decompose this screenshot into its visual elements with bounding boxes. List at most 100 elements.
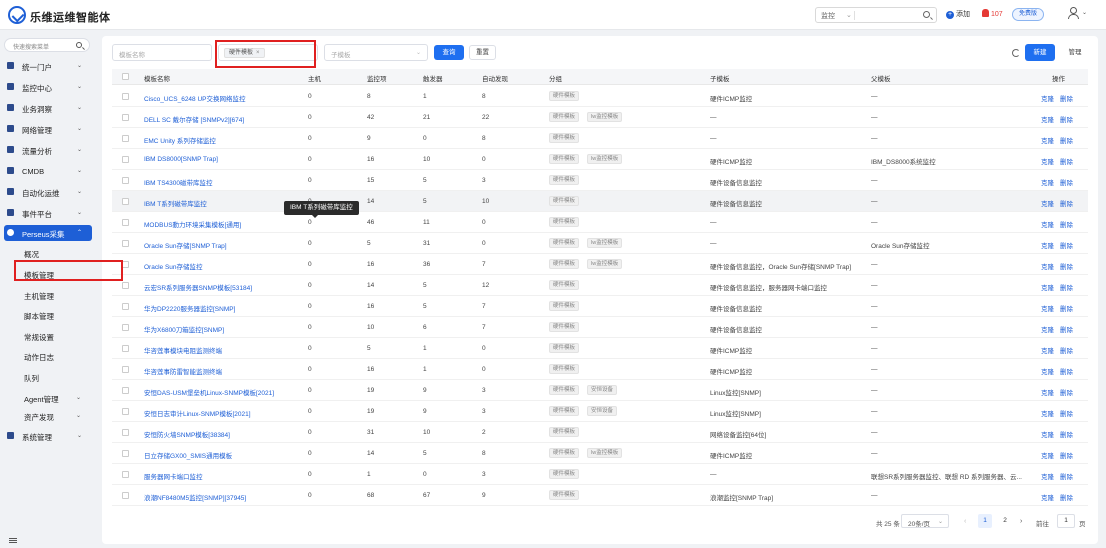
refresh-icon[interactable]	[1012, 49, 1020, 57]
clone-button[interactable]: 克隆	[1041, 135, 1054, 145]
reset-button[interactable]: 重置	[469, 45, 496, 60]
template-name-link[interactable]: 华咨莲事防雷智能监测终端	[144, 366, 304, 376]
delete-button[interactable]: 删除	[1060, 219, 1073, 229]
chevron-down-icon[interactable]: ⌄	[1082, 9, 1087, 16]
delete-button[interactable]: 删除	[1060, 114, 1073, 124]
delete-button[interactable]: 删除	[1060, 471, 1073, 481]
sidebar-item-monitor[interactable]: 监控中心 ⌄	[4, 79, 92, 95]
template-name-link[interactable]: Cisco_UCS_6248 UP交换网络监控	[144, 93, 304, 103]
delete-button[interactable]: 删除	[1060, 240, 1073, 250]
row-checkbox[interactable]	[122, 93, 129, 100]
sidebar-item-portal[interactable]: 统一门户 ⌄	[4, 58, 92, 74]
row-checkbox[interactable]	[122, 303, 129, 310]
delete-button[interactable]: 删除	[1060, 345, 1073, 355]
clone-button[interactable]: 克隆	[1041, 114, 1054, 124]
sidebar-item-events[interactable]: 事件平台 ⌄	[4, 205, 92, 221]
row-checkbox[interactable]	[122, 177, 129, 184]
clone-button[interactable]: 克隆	[1041, 345, 1054, 355]
clone-button[interactable]: 克隆	[1041, 492, 1054, 502]
free-version-badge[interactable]: 免费版	[1012, 8, 1045, 21]
template-name-link[interactable]: 华为DP2220服务器监控[SNMP]	[144, 303, 304, 313]
clone-button[interactable]: 克隆	[1041, 303, 1054, 313]
group-filter-select[interactable]: 硬件模板 ×	[218, 44, 318, 61]
template-name-link[interactable]: 华为X6800刀箱监控[SNMP]	[144, 324, 304, 334]
column-header[interactable]: 分组	[549, 73, 562, 83]
delete-button[interactable]: 删除	[1060, 177, 1073, 187]
column-header[interactable]: 触发器	[423, 73, 443, 83]
row-checkbox[interactable]	[122, 156, 129, 163]
template-name-link[interactable]: 浪潮NF8480M5监控[SNMP][37945]	[144, 492, 304, 502]
prev-page-icon[interactable]: ‹	[964, 518, 966, 525]
template-name-link[interactable]: IBM DS8000[SNMP Trap]	[144, 156, 304, 163]
delete-button[interactable]: 删除	[1060, 303, 1073, 313]
delete-button[interactable]: 删除	[1060, 366, 1073, 376]
row-checkbox[interactable]	[122, 282, 129, 289]
clone-button[interactable]: 克隆	[1041, 429, 1054, 439]
sidebar-subitem-agent[interactable]: Agent管理	[24, 394, 59, 405]
sidebar-subitem-scripts[interactable]: 脚本管理	[24, 311, 54, 322]
template-name-link[interactable]: 云宏SR系列服务器SNMP模板[53184]	[144, 282, 304, 292]
row-checkbox[interactable]	[122, 450, 129, 457]
sidebar-item-business[interactable]: 业务洞察 ⌄	[4, 100, 92, 116]
sidebar-item-perseus[interactable]: Perseus采集 ⌃	[4, 225, 92, 241]
delete-button[interactable]: 删除	[1060, 387, 1073, 397]
sidebar-subitem-queue[interactable]: 队列	[24, 373, 39, 384]
user-icon[interactable]	[1068, 7, 1079, 19]
template-name-link[interactable]: IBM T系列磁带库监控	[144, 198, 304, 208]
template-name-link[interactable]: 华咨莲事模块电阻监测终端	[144, 345, 304, 355]
clone-button[interactable]: 克隆	[1041, 471, 1054, 481]
sidebar-item-automation[interactable]: 自动化运维 ⌄	[4, 184, 92, 200]
row-checkbox[interactable]	[122, 261, 129, 268]
delete-button[interactable]: 删除	[1060, 450, 1073, 460]
row-checkbox[interactable]	[122, 114, 129, 121]
next-page-icon[interactable]: ›	[1020, 518, 1022, 525]
clone-button[interactable]: 克隆	[1041, 198, 1054, 208]
column-header[interactable]: 父模板	[871, 73, 891, 83]
clone-button[interactable]: 克隆	[1041, 366, 1054, 376]
sidebar-item-traffic[interactable]: 流量分析 ⌄	[4, 142, 92, 158]
clone-button[interactable]: 克隆	[1041, 282, 1054, 292]
select-all-checkbox[interactable]	[122, 73, 129, 80]
row-checkbox[interactable]	[122, 471, 129, 478]
chevron-down-icon[interactable]: ⌄	[76, 412, 81, 419]
goto-page-input[interactable]: 1	[1057, 514, 1075, 528]
delete-button[interactable]: 删除	[1060, 429, 1073, 439]
search-icon[interactable]	[76, 42, 82, 48]
template-name-input[interactable]: 模板名称	[112, 44, 212, 61]
template-name-link[interactable]: MODBUS動力环境采集模板[通用]	[144, 219, 304, 229]
group-filter-tag[interactable]: 硬件模板 ×	[224, 48, 265, 58]
close-icon[interactable]: ×	[256, 50, 260, 56]
menu-search-input[interactable]: 快速搜索菜单	[4, 38, 90, 52]
clone-button[interactable]: 克隆	[1041, 261, 1054, 271]
template-name-link[interactable]: 安恒日志审计Linux-SNMP模板[2021]	[144, 408, 304, 418]
template-name-link[interactable]: IBM TS4300磁带库监控	[144, 177, 304, 187]
clone-button[interactable]: 克隆	[1041, 324, 1054, 334]
column-header[interactable]: 模板名称	[144, 73, 170, 83]
column-header[interactable]: 操作	[1052, 73, 1065, 83]
delete-button[interactable]: 删除	[1060, 324, 1073, 334]
sidebar-item-network[interactable]: 网络管理 ⌄	[4, 121, 92, 137]
delete-button[interactable]: 删除	[1060, 492, 1073, 502]
clone-button[interactable]: 克隆	[1041, 450, 1054, 460]
delete-button[interactable]: 删除	[1060, 261, 1073, 271]
clone-button[interactable]: 克隆	[1041, 387, 1054, 397]
alarm-button[interactable]: 107	[982, 9, 1003, 18]
search-icon[interactable]	[923, 11, 930, 18]
row-checkbox[interactable]	[122, 345, 129, 352]
sidebar-item-system[interactable]: 系统管理 ⌄	[4, 428, 92, 444]
delete-button[interactable]: 删除	[1060, 408, 1073, 418]
delete-button[interactable]: 删除	[1060, 282, 1073, 292]
row-checkbox[interactable]	[122, 387, 129, 394]
query-button[interactable]: 查询	[434, 45, 464, 60]
sub-template-select[interactable]: 子模板 ⌄	[324, 44, 428, 61]
global-search[interactable]: 监控 ⌄	[815, 7, 937, 23]
sidebar-subitem-templates[interactable]: 模板管理	[24, 270, 54, 281]
column-header[interactable]: 子模板	[710, 73, 730, 83]
sidebar-subitem-action-log[interactable]: 动作日志	[24, 352, 54, 363]
delete-button[interactable]: 删除	[1060, 156, 1073, 166]
new-button[interactable]: 新建	[1025, 44, 1055, 61]
clone-button[interactable]: 克隆	[1041, 156, 1054, 166]
template-name-link[interactable]: 服务器网卡端口监控	[144, 471, 304, 481]
row-checkbox[interactable]	[122, 324, 129, 331]
row-checkbox[interactable]	[122, 240, 129, 247]
